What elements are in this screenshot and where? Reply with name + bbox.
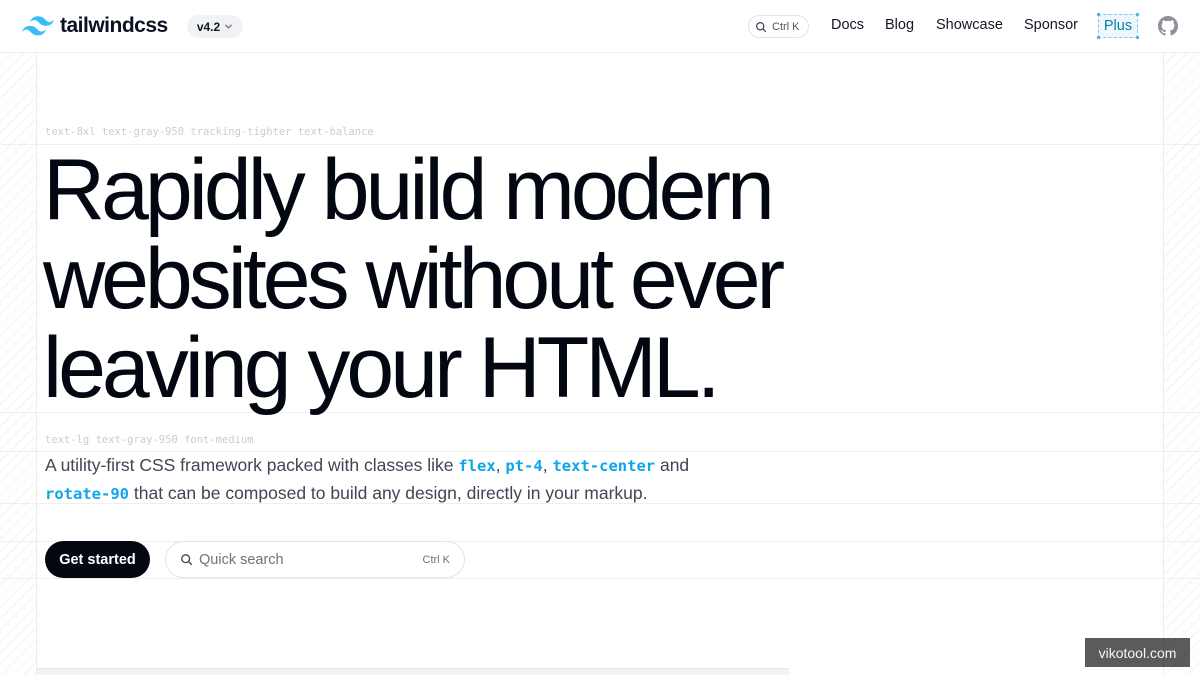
search-shortcut: Ctrl K <box>772 20 800 33</box>
home-logo-link[interactable]: tailwindcss <box>22 14 168 38</box>
nav-link-plus[interactable]: Plus <box>1097 13 1139 39</box>
search-icon <box>756 21 767 32</box>
nav-link-sponsor[interactable]: Sponsor <box>1024 17 1078 33</box>
chevron-down-icon <box>225 24 233 29</box>
right-hatch-gutter <box>1163 53 1200 675</box>
get-started-button[interactable]: Get started <box>45 541 150 578</box>
code-text-center: text-center <box>552 457 656 475</box>
quick-search-placeholder: Quick search <box>199 551 284 568</box>
quick-search-shortcut: Ctrl K <box>422 553 451 566</box>
selection-handle <box>1097 13 1100 16</box>
subtitle-separator: , <box>495 455 506 475</box>
headline-line: Rapidly build modern <box>43 142 775 238</box>
nav-link-blog[interactable]: Blog <box>885 17 914 33</box>
headline-line: websites without ever <box>43 231 785 327</box>
header-search-button[interactable]: Ctrl K <box>748 15 809 38</box>
nav-link-showcase[interactable]: Showcase <box>936 17 1003 33</box>
selection-handle <box>1136 13 1139 16</box>
subtitle-text: A utility-first CSS framework packed wit… <box>45 455 459 475</box>
headline-line: leaving your HTML. <box>43 320 721 416</box>
nav-link-docs[interactable]: Docs <box>831 17 864 33</box>
search-icon <box>181 554 193 566</box>
headline-class-hint: text-8xl text-gray-950 tracking-tighter … <box>45 126 374 138</box>
version-label: v4.2 <box>196 19 221 34</box>
subtitle-text: and <box>655 455 690 475</box>
code-flex: flex <box>458 457 496 475</box>
code-pt-4: pt-4 <box>505 457 543 475</box>
site-header: tailwindcss v4.2 Ctrl K Docs Blog Showca… <box>0 0 1200 53</box>
watermark: vikotool.com <box>1085 638 1190 667</box>
subtitle-class-hint: text-lg text-gray-950 font-medium <box>45 434 254 446</box>
subtitle-separator: , <box>542 455 553 475</box>
selection-handle <box>1097 36 1100 39</box>
left-hatch-gutter <box>0 53 37 675</box>
tailwind-logo-icon <box>22 16 54 36</box>
hero-headline: Rapidly build modern websites without ev… <box>43 146 943 413</box>
logo-wordmark: tailwindcss <box>60 14 168 37</box>
code-rotate-90: rotate-90 <box>45 485 129 503</box>
github-icon[interactable] <box>1158 16 1178 36</box>
next-section-edge <box>37 668 789 675</box>
subtitle-text: that can be composed to build any design… <box>129 483 648 503</box>
quick-search-input[interactable]: Quick search Ctrl K <box>165 541 465 578</box>
guide-line <box>0 578 1200 579</box>
hero-subtitle: A utility-first CSS framework packed wit… <box>45 452 745 508</box>
plus-label: Plus <box>1103 18 1133 34</box>
selection-handle <box>1136 36 1139 39</box>
version-selector[interactable]: v4.2 <box>187 15 243 38</box>
